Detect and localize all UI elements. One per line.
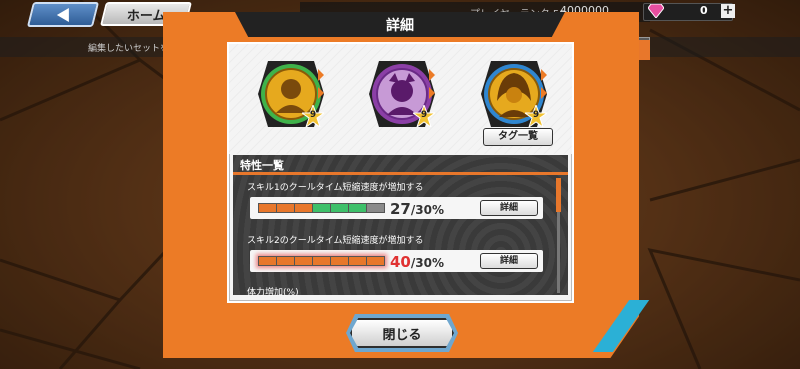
trait-bar-segment — [313, 257, 330, 265]
trait-label: スキル1のクールタイム短縮速度が増加する — [247, 183, 424, 193]
trait-bar-segment — [259, 204, 276, 212]
back-arrow-icon — [57, 7, 69, 22]
trait-bar-segment — [313, 204, 330, 212]
trait-bar-segment — [295, 204, 312, 212]
star-rank-icon: 9 — [411, 103, 437, 129]
trait-bar-segment — [367, 257, 384, 265]
back-button[interactable] — [26, 2, 100, 27]
character-level: 9 — [420, 110, 428, 120]
trait-current: 40 — [390, 253, 411, 271]
add-gem-button[interactable]: + — [721, 4, 735, 18]
gem-icon — [648, 4, 664, 18]
character-medal-2[interactable]: 9 — [369, 61, 437, 129]
traits-scrollbar-thumb[interactable] — [556, 178, 561, 212]
traits-divider — [233, 172, 568, 175]
trait-value: 40/30% — [390, 253, 444, 271]
trait-bar-segment — [349, 257, 366, 265]
trait-bar-segment — [277, 257, 294, 265]
home-button-label: ホーム — [126, 8, 166, 24]
trait-label: スキル2のクールタイム短縮速度が増加する — [247, 236, 424, 246]
trait-bar-segment — [349, 204, 366, 212]
tag-list-button[interactable]: タグ一覧 — [483, 128, 553, 146]
trait-max: /30% — [410, 256, 444, 270]
trait-bar-segment — [331, 204, 348, 212]
trait-progress-bar — [258, 256, 385, 266]
gem-value: 0 — [700, 4, 708, 17]
trait-max: /30% — [410, 203, 444, 217]
character-medal-3[interactable]: 9 — [481, 61, 549, 129]
trait-value: 27/30% — [390, 200, 444, 218]
traits-panel — [233, 155, 568, 295]
star-rank-icon: 9 — [523, 103, 549, 129]
trait-bar-segment — [331, 257, 348, 265]
traits-header: 特性一覧 — [240, 159, 284, 172]
trait-bar-segment — [259, 257, 276, 265]
character-level: 9 — [532, 110, 540, 120]
trait-detail-button[interactable]: 詳細 — [480, 200, 538, 216]
star-rank-icon: 9 — [300, 103, 326, 129]
character-level: 9 — [309, 110, 317, 120]
trait-detail-button[interactable]: 詳細 — [480, 253, 538, 269]
trait-progress-bar — [258, 203, 385, 213]
trait-label: 体力増加(%) — [247, 288, 299, 298]
character-medal-1[interactable]: 9 — [258, 61, 326, 129]
trait-bar-segment — [295, 257, 312, 265]
trait-current: 27 — [390, 200, 411, 218]
close-button[interactable]: 閉じる — [350, 318, 454, 348]
close-button-label: 閉じる — [382, 327, 422, 343]
trait-bar-segment — [367, 204, 384, 212]
trait-bar-segment — [277, 204, 294, 212]
modal-title: 詳細 — [386, 18, 414, 34]
